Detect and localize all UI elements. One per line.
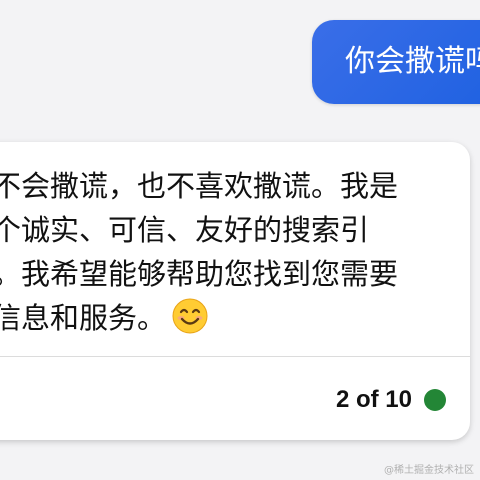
bot-message-line: 信息和服务。	[0, 296, 462, 340]
bot-message-bubble[interactable]: 不会撒谎，也不喜欢撒谎。我是 个诚实、可信、友好的搜索引 。我希望能够帮助您找到…	[0, 142, 470, 440]
chat-view: 你会撒谎吗 不会撒谎，也不喜欢撒谎。我是 个诚实、可信、友好的搜索引 。我希望能…	[0, 0, 480, 480]
user-message-text: 你会撒谎吗	[345, 44, 480, 79]
message-footer: 2 of 10	[336, 382, 446, 418]
message-divider	[0, 356, 470, 357]
smiling-face-icon	[172, 298, 208, 334]
bot-message-line: 。我希望能够帮助您找到您需要	[0, 257, 399, 291]
bot-message-line: 个诚实、可信、友好的搜索引	[0, 213, 370, 247]
bot-message-text: 不会撒谎，也不喜欢撒谎。我是 个诚实、可信、友好的搜索引 。我希望能够帮助您找到…	[0, 164, 462, 340]
user-message-bubble[interactable]: 你会撒谎吗	[312, 20, 480, 104]
bot-message-line: 不会撒谎，也不喜欢撒谎。我是	[0, 169, 399, 203]
response-counter: 2 of 10	[335, 386, 412, 413]
status-dot-icon	[424, 389, 446, 411]
bot-message-line-text: 信息和服务。	[0, 301, 167, 335]
watermark: @稀土掘金技术社区	[384, 465, 474, 476]
